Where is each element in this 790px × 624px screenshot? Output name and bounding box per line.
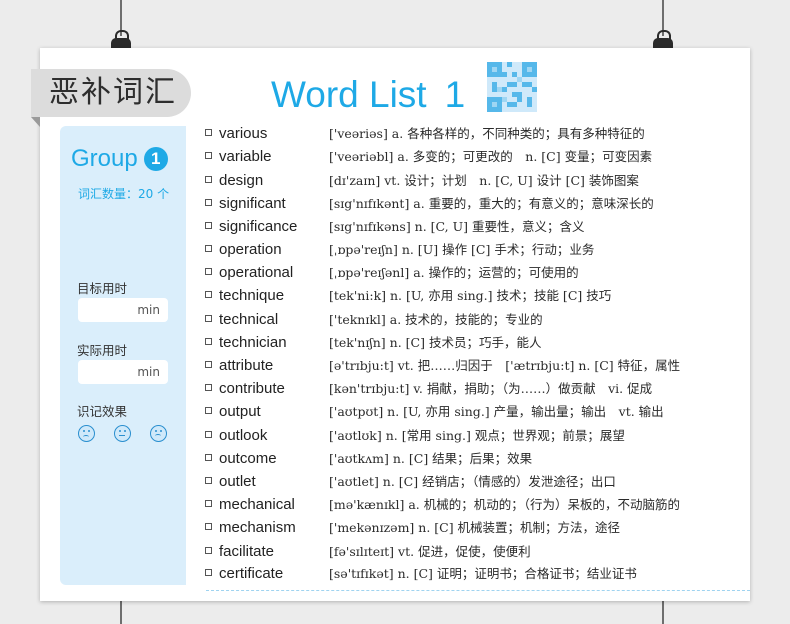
neutral-face-icon[interactable] — [114, 425, 131, 442]
word-definition: [tek'nɪʃn] n. [C] 技术员；巧手，能人 — [329, 335, 542, 350]
word-term: facilitate — [219, 543, 275, 560]
word-definition: [ˌɒpə'reɪʃn] n. [U] 操作 [C] 手术；行动；业务 — [329, 242, 595, 257]
word-definition: [ə'trɪbju:t] vt. 把……归因于 ['ætrɪbju:t] n. … — [329, 358, 681, 373]
sad-face-icon[interactable] — [78, 425, 95, 442]
actual-time-label: 实际用时 — [77, 343, 128, 358]
word-count-label: 词汇数量：20 个 — [78, 187, 170, 201]
word-term: attribute — [219, 357, 274, 374]
word-definition: [kən'trɪbju:t] v. 捐献，捐助；（为……）做贡献 vi. 促成 — [329, 381, 653, 396]
section-tag-fold — [31, 117, 40, 127]
target-time-field[interactable]: min — [78, 298, 168, 322]
memory-effect-label: 识记效果 — [77, 404, 128, 419]
checkbox[interactable] — [205, 384, 212, 391]
word-term: operational — [219, 264, 294, 281]
word-definition: [sɪg'nɪfɪkəns] n. [C, U] 重要性，意义；含义 — [329, 219, 585, 234]
word-term: outlook — [219, 427, 268, 444]
checkbox[interactable] — [205, 431, 212, 438]
word-term: mechanical — [219, 496, 295, 513]
checkbox[interactable] — [205, 547, 212, 554]
word-term: significance — [219, 218, 298, 235]
word-definition: ['aʊtlʊk] n. [常用 sing.] 观点；世界观；前景；展望 — [329, 428, 625, 443]
checkbox[interactable] — [205, 338, 212, 345]
word-definition: [ˌɒpə'reɪʃənl] a. 操作的；运营的；可使用的 — [329, 265, 579, 280]
word-term: certificate — [219, 565, 284, 582]
checkbox[interactable] — [205, 152, 212, 159]
checkbox[interactable] — [205, 361, 212, 368]
checkbox[interactable] — [205, 129, 212, 136]
hanging-wire-left-bottom — [120, 601, 122, 624]
word-term: various — [219, 125, 268, 142]
word-term: contribute — [219, 380, 285, 397]
checkbox[interactable] — [205, 569, 212, 576]
word-definition: [fə'sɪlɪteɪt] vt. 促进，促使，使便利 — [329, 544, 531, 559]
word-definition: ['veəriəs] a. 各种各样的，不同种类的；具有多种特征的 — [329, 126, 645, 141]
checkbox[interactable] — [205, 268, 212, 275]
word-term: technique — [219, 287, 285, 304]
checkbox[interactable] — [205, 454, 212, 461]
checkbox[interactable] — [205, 523, 212, 530]
qr-code-icon — [487, 62, 537, 112]
word-definition: [dɪ'zaɪn] vt. 设计；计划 n. [C, U] 设计 [C] 装饰图… — [329, 173, 639, 188]
checkbox[interactable] — [205, 291, 212, 298]
section-tag: 恶补词汇 — [31, 69, 191, 117]
word-term: output — [219, 403, 261, 420]
checkbox[interactable] — [205, 199, 212, 206]
checkbox[interactable] — [205, 500, 212, 507]
word-definition: [mə'kænɪkl] a. 机械的；机动的；（行为）呆板的，不动脑筋的 — [329, 497, 681, 512]
checkbox[interactable] — [205, 407, 212, 414]
bottom-dashed-divider — [206, 590, 750, 591]
group-label: Group — [71, 145, 138, 172]
page-title-text: Word List — [271, 74, 427, 115]
word-term: outcome — [219, 450, 277, 467]
word-term: mechanism — [219, 519, 296, 536]
group-number-badge: 1 — [143, 147, 168, 171]
word-term: technical — [219, 311, 279, 328]
word-definition: ['aʊtlet] n. [C] 经销店；（情感的）发泄途径；出口 — [329, 474, 616, 489]
word-definition: ['veəriəbl] a. 多变的；可更改的 n. [C] 变量；可变因素 — [329, 149, 653, 164]
word-definition: ['teknɪkl] a. 技术的，技能的；专业的 — [329, 312, 543, 327]
word-term: design — [219, 172, 264, 189]
checkbox[interactable] — [205, 176, 212, 183]
group-heading: Group 1 — [71, 145, 168, 173]
actual-time-field[interactable]: min — [78, 360, 168, 384]
checkbox[interactable] — [205, 245, 212, 252]
page-title: Word List 1 — [271, 68, 465, 122]
checkbox[interactable] — [205, 315, 212, 322]
word-term: operation — [219, 241, 282, 258]
hanging-wire-right-bottom — [662, 601, 664, 624]
word-definition: [sə'tɪfɪkət] n. [C] 证明；证明书；合格证书；结业证书 — [329, 566, 637, 581]
word-definition: [tek'ni:k] n. [U, 亦用 sing.] 技术；技能 [C] 技巧 — [329, 288, 612, 303]
target-time-label: 目标用时 — [77, 281, 128, 296]
word-term: significant — [219, 195, 286, 212]
word-definition: ['mekənɪzəm] n. [C] 机械装置；机制；方法，途径 — [329, 520, 621, 535]
word-term: variable — [219, 148, 272, 165]
word-definition: [sɪg'nɪfɪkənt] a. 重要的，重大的；有意义的；意味深长的 — [329, 196, 654, 211]
word-definition: ['aʊtpʊt] n. [U, 亦用 sing.] 产量，输出量；输出 vt.… — [329, 404, 664, 419]
word-term: outlet — [219, 473, 256, 490]
word-term: technician — [219, 334, 287, 351]
word-definition: ['aʊtkʌm] n. [C] 结果；后果；效果 — [329, 451, 533, 466]
checkbox[interactable] — [205, 477, 212, 484]
checkbox[interactable] — [205, 222, 212, 229]
upset-face-icon[interactable] — [150, 425, 167, 442]
page-title-number: 1 — [444, 74, 466, 115]
